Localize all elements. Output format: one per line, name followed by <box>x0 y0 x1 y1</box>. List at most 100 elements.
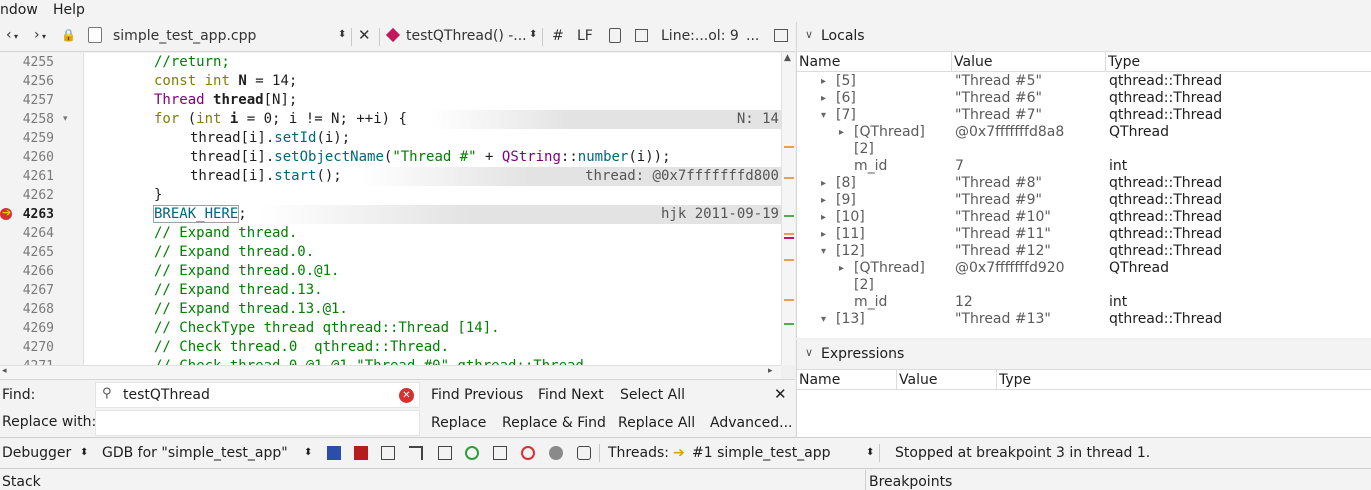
engine-dropdown-icon[interactable]: ⬍ <box>304 447 312 458</box>
scroll-up-icon[interactable]: ▲ <box>784 53 791 63</box>
replace-button[interactable]: Replace <box>431 415 486 431</box>
find-next-button[interactable]: Find Next <box>538 387 604 403</box>
locals-row[interactable]: ▸ [QThread] @0x7fffffffd920 QThread <box>797 260 1371 277</box>
local-type: int <box>1109 294 1128 310</box>
expand-icon[interactable]: ▸ <box>821 192 826 209</box>
select-all-button[interactable]: Select All <box>620 387 685 403</box>
restart-icon[interactable] <box>465 446 479 460</box>
replace-input[interactable] <box>95 410 420 436</box>
collapse-icon[interactable]: ∨ <box>805 346 813 359</box>
local-name: [2] <box>854 277 874 293</box>
code-line: thread[i].start(); <box>190 168 342 184</box>
locals-row[interactable]: ▸ [6] "Thread #6" qthread::Thread <box>797 90 1371 107</box>
thread-select[interactable]: #1 simple_test_app <box>692 445 831 461</box>
line-ending-button[interactable]: LF <box>577 28 593 44</box>
stack-title[interactable]: Stack <box>2 474 41 490</box>
column-name[interactable]: Name <box>797 370 897 390</box>
back-icon[interactable]: ‹ <box>6 27 12 43</box>
locals-row[interactable]: ▸ [8] "Thread #8" qthread::Thread <box>797 175 1371 192</box>
step-into-icon[interactable] <box>354 446 368 460</box>
clear-icon[interactable]: ✕ <box>399 388 414 403</box>
local-type: int <box>1109 158 1128 174</box>
expand-icon[interactable]: ▸ <box>839 124 844 141</box>
locals-row[interactable]: ▾ [12] "Thread #12" qthread::Thread <box>797 243 1371 260</box>
locals-row[interactable]: m_id 7 int <box>797 158 1371 175</box>
hash-button[interactable]: # <box>552 28 564 44</box>
locals-row[interactable]: m_id 12 int <box>797 294 1371 311</box>
expressions-header[interactable]: ∨ Expressions <box>797 340 1371 370</box>
scroll-right-icon[interactable]: ▸ <box>768 366 773 376</box>
step-over-icon[interactable] <box>327 446 341 460</box>
cursor-position[interactable]: Line:...ol: 9 <box>661 28 739 44</box>
mode-select[interactable]: Debugger <box>2 445 71 461</box>
forward-icon[interactable]: › <box>34 27 40 43</box>
close-find-icon[interactable]: ✕ <box>774 385 787 403</box>
scroll-left-icon[interactable]: ◂ <box>2 366 7 376</box>
column-type[interactable]: Type <box>1106 52 1371 72</box>
local-value: "Thread #9" <box>955 192 1042 208</box>
column-value[interactable]: Value <box>952 52 1106 72</box>
function-dropdown-icon[interactable]: ⬍ <box>529 29 537 40</box>
reverse-icon[interactable] <box>493 446 507 460</box>
camera-icon[interactable] <box>577 446 591 460</box>
replace-find-button[interactable]: Replace & Find <box>502 415 606 431</box>
expand-icon[interactable]: ▸ <box>821 226 826 243</box>
horizontal-scrollbar[interactable]: ◂ ▸ <box>0 365 781 379</box>
expand-icon[interactable]: ▸ <box>821 90 826 107</box>
engine-select[interactable]: GDB for "simple_test_app" <box>102 445 288 461</box>
forward-menu-icon[interactable]: ▾ <box>42 32 46 41</box>
advanced-button[interactable]: Advanced... <box>710 415 793 431</box>
local-type: qthread::Thread <box>1109 107 1223 123</box>
locals-row[interactable]: [2] <box>797 277 1371 294</box>
close-file-icon[interactable]: ✕ <box>358 26 371 44</box>
locals-row[interactable]: ▸ [5] "Thread #5" qthread::Thread <box>797 73 1371 90</box>
back-menu-icon[interactable]: ▾ <box>14 32 18 41</box>
more-button[interactable]: ... <box>746 28 759 44</box>
thread-dropdown-icon[interactable]: ⬍ <box>866 447 874 458</box>
step-out-icon[interactable] <box>381 446 395 460</box>
mode-dropdown-icon[interactable]: ⬍ <box>80 447 88 458</box>
menu-window[interactable]: ndow <box>0 2 38 18</box>
column-type[interactable]: Type <box>997 370 1371 390</box>
find-previous-button[interactable]: Find Previous <box>431 387 523 403</box>
collapse-icon[interactable]: ∨ <box>805 28 813 41</box>
locals-row[interactable]: [2] <box>797 141 1371 158</box>
expand-icon[interactable]: ▸ <box>839 260 844 277</box>
stop-record-icon[interactable] <box>549 446 563 460</box>
locals-row[interactable]: ▸ [QThread] @0x7fffffffd8a8 QThread <box>797 124 1371 141</box>
vertical-scrollbar[interactable]: ▲ <box>781 53 795 365</box>
code-editor[interactable]: 4255 4256 4257 4258 ▾ 4259 4260 4261 426… <box>0 53 795 365</box>
line-number: 4266 <box>22 264 54 279</box>
column-value[interactable]: Value <box>897 370 997 390</box>
expand-icon[interactable]: ▸ <box>821 209 826 226</box>
run-to-line-icon[interactable] <box>409 446 423 460</box>
local-type: qthread::Thread <box>1109 175 1223 191</box>
file-name[interactable]: simple_test_app.cpp <box>113 28 256 44</box>
locals-row[interactable]: ▾ [7] "Thread #7" qthread::Thread <box>797 107 1371 124</box>
locals-row[interactable]: ▸ [11] "Thread #11" qthread::Thread <box>797 226 1371 243</box>
breakpoints-title[interactable]: Breakpoints <box>869 474 952 490</box>
fold-icon[interactable]: ▾ <box>63 114 68 124</box>
locals-header[interactable]: ∨ Locals <box>797 22 1371 52</box>
expanded-icon[interactable]: ▾ <box>821 243 826 260</box>
replace-all-button[interactable]: Replace All <box>618 415 695 431</box>
expand-icon[interactable]: ▸ <box>821 73 826 90</box>
outline-icon[interactable] <box>635 29 648 42</box>
locals-row[interactable]: ▸ [9] "Thread #9" qthread::Thread <box>797 192 1371 209</box>
expanded-icon[interactable]: ▾ <box>821 311 826 328</box>
record-icon[interactable] <box>521 446 535 460</box>
split-icon[interactable] <box>774 29 788 42</box>
file-dropdown-icon[interactable]: ⬍ <box>338 29 346 40</box>
expanded-icon[interactable]: ▾ <box>821 107 826 124</box>
menu-help[interactable]: Help <box>53 2 85 18</box>
locals-row[interactable]: ▸ [10] "Thread #10" qthread::Thread <box>797 209 1371 226</box>
expand-icon[interactable]: ▸ <box>821 175 826 192</box>
column-name[interactable]: Name <box>797 52 952 72</box>
function-name[interactable]: testQThread() -... <box>406 28 527 44</box>
locals-row[interactable]: ▾ [13] "Thread #13" qthread::Thread <box>797 311 1371 328</box>
find-input[interactable]: ⚲ testQThread ✕ <box>95 382 420 408</box>
jump-to-line-icon[interactable] <box>438 446 452 460</box>
document-icon[interactable] <box>609 28 621 43</box>
locals-tree[interactable]: ▸ [5] "Thread #5" qthread::Thread ▸ [6] "Threa… <box>797 73 1371 338</box>
thread-arrow-icon: ➔ <box>673 445 685 461</box>
